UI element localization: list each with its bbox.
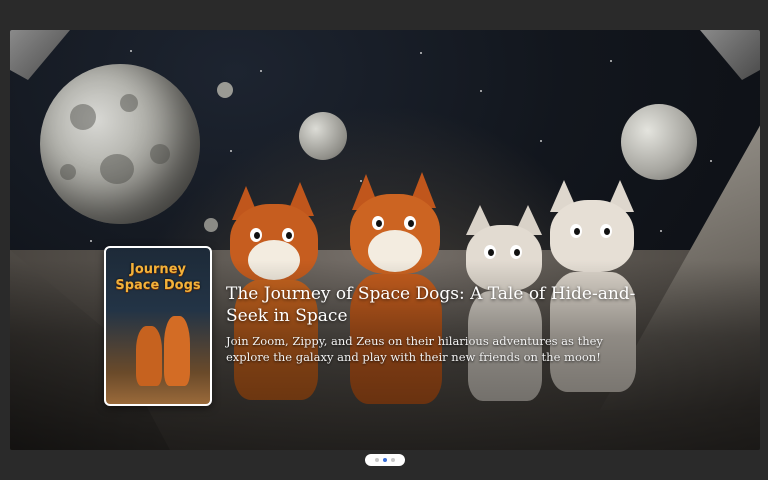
cover-title: Journey Space Dogs bbox=[112, 262, 204, 294]
carousel-pager[interactable] bbox=[365, 454, 405, 466]
pager-dot[interactable] bbox=[375, 458, 379, 462]
pager-dot-active[interactable] bbox=[383, 458, 387, 462]
small-moon bbox=[299, 112, 347, 160]
tiny-moon bbox=[204, 218, 218, 232]
star bbox=[130, 50, 132, 52]
star bbox=[260, 70, 262, 72]
tiny-moon bbox=[217, 82, 233, 98]
star bbox=[660, 230, 662, 232]
book-cover[interactable]: Journey Space Dogs bbox=[104, 246, 212, 406]
star bbox=[90, 240, 92, 242]
cover-title-line1: Journey bbox=[130, 262, 186, 277]
star bbox=[610, 60, 612, 62]
slide-title[interactable]: The Journey of Space Dogs: A Tale of Hid… bbox=[226, 283, 646, 327]
star bbox=[230, 150, 232, 152]
medium-moon bbox=[621, 104, 697, 180]
star bbox=[540, 140, 542, 142]
star bbox=[480, 90, 482, 92]
cover-title-line2: Space Dogs bbox=[115, 278, 201, 293]
pager-dot[interactable] bbox=[391, 458, 395, 462]
large-moon bbox=[40, 64, 200, 224]
spaceship-debris-left bbox=[10, 30, 70, 80]
star bbox=[420, 52, 422, 54]
cover-dog-illustration bbox=[164, 316, 190, 386]
cover-dog-illustration bbox=[136, 326, 162, 386]
star bbox=[710, 160, 712, 162]
slide-description: Join Zoom, Zippy, and Zeus on their hila… bbox=[226, 334, 603, 364]
spaceship-debris-right bbox=[700, 30, 760, 80]
